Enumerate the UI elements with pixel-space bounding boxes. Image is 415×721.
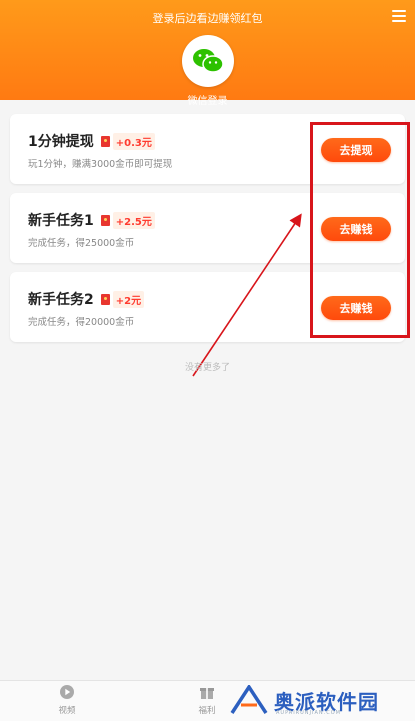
tab-video-label: 视频 (58, 706, 76, 716)
tab-video[interactable]: 视频 (42, 684, 92, 716)
watermark-site: AUPAIRUNJIAN.COM (276, 710, 341, 716)
play-circle-icon (60, 685, 74, 699)
gift-icon (200, 688, 214, 699)
no-more-text: 没有更多了 (184, 363, 230, 373)
tab-welfare[interactable]: 福利 (182, 684, 232, 716)
watermark: 奥派软件园 AUPAIRUNJIAN.COM (230, 682, 410, 718)
tab-welfare-label: 福利 (198, 706, 216, 716)
brand-logo-icon (230, 685, 268, 714)
